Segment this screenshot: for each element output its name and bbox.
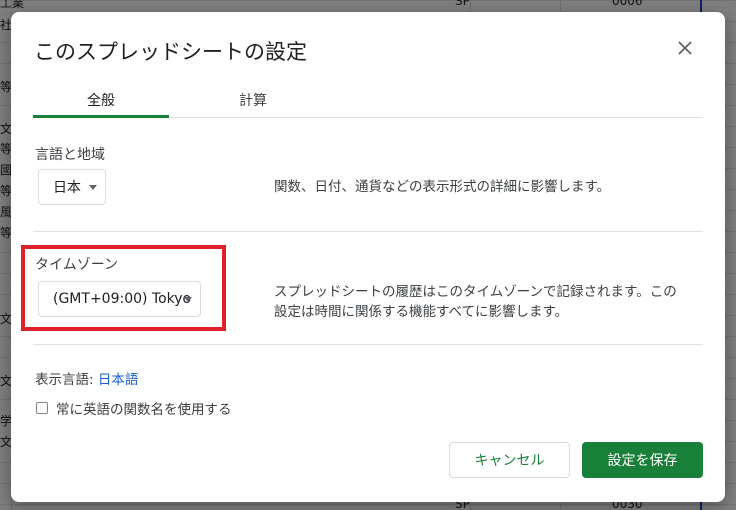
- cancel-button[interactable]: キャンセル: [449, 442, 570, 478]
- section-divider: [33, 231, 703, 232]
- tab-general-label: 全般: [87, 93, 115, 109]
- timezone-description-line: スプレッドシートの履歴はこのタイムゾーンで記録されます。この: [274, 284, 677, 300]
- timezone-description: スプレッドシートの履歴はこのタイムゾーンで記録されます。この 設定は時間に関係す…: [274, 282, 714, 322]
- section-divider: [33, 344, 703, 345]
- timezone-highlight-box: [21, 245, 226, 331]
- locale-dropdown-value: 日本: [53, 180, 81, 196]
- locale-section-label: 言語と地域: [35, 147, 105, 163]
- timezone-description-line: 設定は時間に関係する機能すべてに影響します。: [274, 304, 569, 320]
- tab-calculation[interactable]: 計算: [188, 90, 318, 118]
- tab-general[interactable]: 全般: [33, 90, 169, 118]
- tab-calculation-label: 計算: [239, 93, 267, 109]
- locale-description: 関数、日付、通貨などの表示形式の詳細に影響します。: [274, 179, 611, 195]
- display-language-label: 表示言語:: [35, 372, 94, 388]
- locale-dropdown[interactable]: 日本: [38, 169, 106, 205]
- settings-tabs: 全般 計算: [33, 90, 703, 118]
- dialog-title: このスプレッドシートの設定: [34, 40, 307, 64]
- english-function-names-checkbox[interactable]: [36, 402, 48, 414]
- spreadsheet-settings-dialog: このスプレッドシートの設定 全般 計算 言語と地域 日本 関数、日付、通貨などの…: [11, 12, 725, 502]
- english-function-names-label: 常に英語の関数名を使用する: [56, 402, 232, 418]
- close-icon[interactable]: [673, 36, 697, 60]
- display-language-link[interactable]: 日本語: [98, 372, 139, 388]
- english-function-names-option[interactable]: 常に英語の関数名を使用する: [36, 398, 232, 418]
- active-tab-indicator: [33, 115, 169, 118]
- save-settings-button[interactable]: 設定を保存: [582, 442, 703, 478]
- display-language: 表示言語: 日本語: [35, 368, 138, 388]
- chevron-down-icon: [89, 185, 97, 190]
